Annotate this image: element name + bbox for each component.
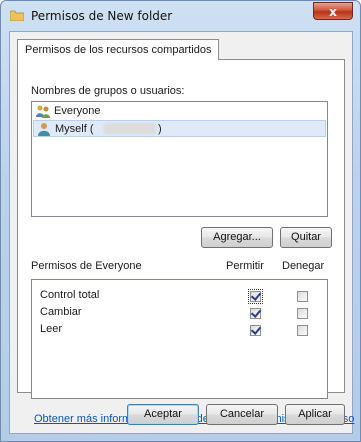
list-item-myself[interactable]: Myself ( ) bbox=[33, 120, 326, 137]
remove-button[interactable]: Quitar bbox=[280, 227, 332, 248]
checkmark-icon bbox=[250, 324, 262, 335]
checkmark-icon bbox=[250, 307, 262, 318]
users-label: Nombres de grupos o usuarios: bbox=[31, 85, 185, 97]
group-users-icon bbox=[36, 105, 50, 118]
allow-checkbox-control-total[interactable] bbox=[248, 289, 263, 304]
deny-column-header: Denegar bbox=[282, 260, 325, 272]
permission-row-control-total: Control total bbox=[32, 287, 327, 305]
allow-checkbox-leer[interactable] bbox=[250, 324, 262, 336]
deny-checkbox-leer[interactable] bbox=[297, 325, 308, 336]
deny-checkbox-control-total[interactable] bbox=[297, 291, 308, 302]
allow-column-header: Permitir bbox=[226, 260, 264, 272]
permissions-list: Control total Cambiar Leer bbox=[31, 279, 328, 399]
tab-shared-permissions[interactable]: Permisos de los recursos compartidos bbox=[17, 39, 220, 60]
checkmark-icon bbox=[250, 290, 262, 301]
permissions-dialog: Permisos de New folder x Permisos de los… bbox=[0, 0, 361, 442]
redacted-name bbox=[104, 123, 156, 134]
deny-checkbox-cambiar[interactable] bbox=[297, 308, 308, 319]
user-name-suffix: ) bbox=[158, 123, 162, 135]
permissions-title: Permisos de Everyone bbox=[31, 260, 142, 272]
window-title: Permisos de New folder bbox=[31, 9, 173, 23]
folder-icon bbox=[10, 10, 24, 21]
user-name: Myself ( bbox=[55, 123, 94, 135]
dialog-body: Permisos de los recursos compartidos Nom… bbox=[9, 31, 354, 434]
users-list[interactable]: Everyone Myself ( ) bbox=[31, 101, 328, 217]
title-bar[interactable]: Permisos de New folder x bbox=[1, 1, 360, 31]
permission-name: Cambiar bbox=[40, 306, 82, 318]
permission-name: Leer bbox=[40, 323, 63, 335]
close-button[interactable]: x bbox=[313, 2, 353, 20]
apply-button[interactable]: Aplicar bbox=[285, 404, 345, 425]
list-item-everyone[interactable]: Everyone bbox=[33, 103, 326, 120]
add-button[interactable]: Agregar... bbox=[201, 227, 273, 248]
cancel-button[interactable]: Cancelar bbox=[206, 404, 278, 425]
user-name: Everyone bbox=[54, 105, 101, 117]
permission-row-cambiar: Cambiar bbox=[32, 304, 327, 322]
ok-button[interactable]: Aceptar bbox=[127, 404, 199, 425]
allow-checkbox-cambiar[interactable] bbox=[250, 307, 262, 319]
permission-row-leer: Leer bbox=[32, 321, 327, 339]
permission-name: Control total bbox=[40, 289, 100, 301]
tab-panel: Nombres de grupos o usuarios: Everyone M… bbox=[17, 59, 354, 425]
user-icon bbox=[38, 123, 50, 136]
